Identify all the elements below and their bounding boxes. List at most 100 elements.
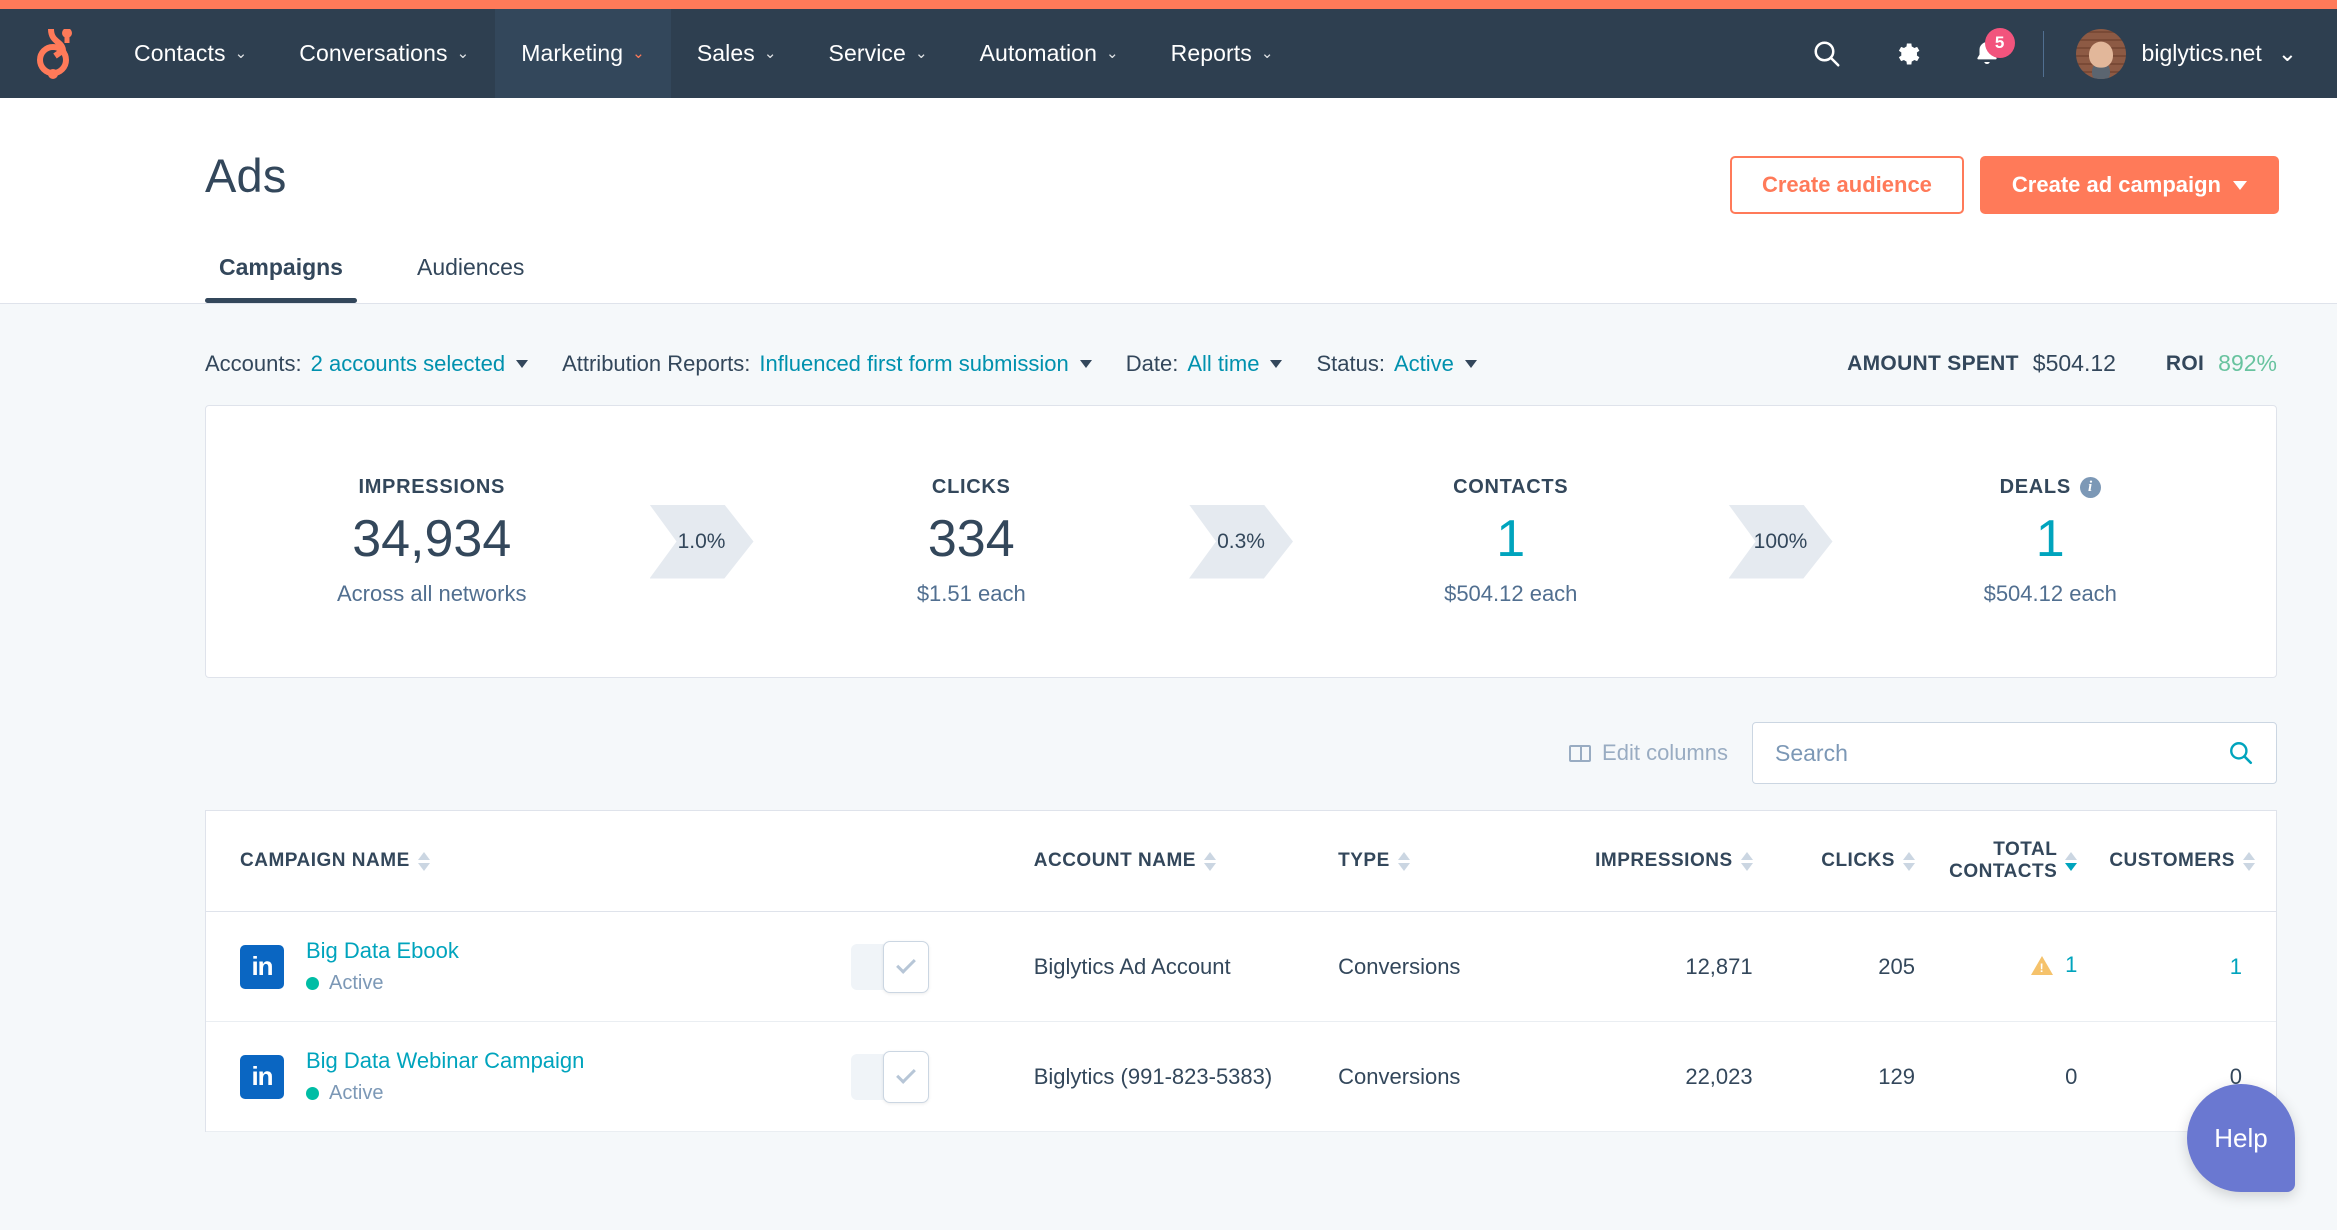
customers-link[interactable]: 1: [2230, 954, 2242, 979]
campaign-toggle[interactable]: [851, 944, 929, 990]
table-toolbar: Edit columns: [0, 678, 2337, 810]
account-name: biglytics.net: [2142, 40, 2262, 67]
linkedin-icon: in: [240, 945, 284, 989]
nav-item-reports[interactable]: Reports ⌄: [1145, 9, 1300, 98]
warning-icon: [2031, 956, 2053, 975]
filter-status-value[interactable]: Active: [1394, 351, 1454, 377]
filter-date[interactable]: Date: All time: [1126, 351, 1283, 377]
chevron-down-icon: ⌄: [1106, 46, 1119, 61]
nav-label-reports: Reports: [1171, 40, 1252, 67]
funnel-label-deals-text: DEALS: [2000, 476, 2071, 499]
funnel-label-contacts: CONTACTS: [1453, 476, 1568, 499]
page-actions: Create audience Create ad campaign: [1730, 150, 2279, 214]
nav-label-sales: Sales: [697, 40, 755, 67]
sort-icon[interactable]: [2243, 852, 2255, 871]
chevron-down-icon: ⌄: [632, 46, 645, 61]
chevron-down-icon: ⌄: [457, 46, 470, 61]
nav-item-sales[interactable]: Sales ⌄: [671, 9, 803, 98]
column-header-customers[interactable]: CUSTOMERS: [2093, 811, 2276, 912]
cell-total-contacts: 1: [1931, 912, 2093, 1022]
tab-audiences[interactable]: Audiences: [403, 254, 538, 303]
table-row[interactable]: in Big Data Webinar Campaign Active: [206, 1022, 2276, 1132]
create-audience-button[interactable]: Create audience: [1730, 156, 1964, 214]
column-header-campaign-name[interactable]: CAMPAIGN NAME: [206, 811, 835, 912]
tab-campaigns[interactable]: Campaigns: [205, 254, 357, 303]
nav-label-marketing: Marketing: [521, 40, 623, 67]
help-button[interactable]: Help: [2187, 1084, 2295, 1192]
column-header-account-name[interactable]: ACCOUNT NAME: [1018, 811, 1322, 912]
table-row[interactable]: in Big Data Ebook Active: [206, 912, 2276, 1022]
search-box[interactable]: [1752, 722, 2277, 784]
nav-item-service[interactable]: Service ⌄: [803, 9, 954, 98]
roi-label: ROI: [2166, 352, 2204, 376]
filter-accounts[interactable]: Accounts: 2 accounts selected: [205, 351, 528, 377]
create-ad-campaign-button[interactable]: Create ad campaign: [1980, 156, 2279, 214]
sort-icon[interactable]: [1741, 852, 1753, 871]
create-audience-label: Create audience: [1762, 172, 1932, 198]
check-icon: [896, 1064, 916, 1084]
sort-icon[interactable]: [1398, 852, 1410, 871]
sort-icon[interactable]: [418, 852, 430, 871]
column-header-clicks[interactable]: CLICKS: [1769, 811, 1931, 912]
notification-badge: 5: [1985, 28, 2015, 58]
page-tabs: Campaigns Audiences: [0, 214, 2337, 303]
column-label-type: TYPE: [1338, 850, 1390, 872]
edit-columns-button[interactable]: Edit columns: [1569, 740, 1728, 766]
filter-date-value[interactable]: All time: [1187, 351, 1259, 377]
nav-item-automation[interactable]: Automation ⌄: [954, 9, 1145, 98]
total-contacts-link[interactable]: 1: [2065, 952, 2077, 978]
page-header: Ads Create audience Create ad campaign C…: [0, 98, 2337, 304]
nav-left-group: Contacts ⌄ Conversations ⌄ Marketing ⌄ S…: [0, 9, 1300, 98]
nav-item-marketing[interactable]: Marketing ⌄: [495, 9, 671, 98]
campaign-name-link[interactable]: Big Data Ebook: [306, 938, 459, 964]
sort-icon-active[interactable]: [2065, 852, 2077, 871]
filter-status[interactable]: Status: Active: [1316, 351, 1476, 377]
cell-type: Conversions: [1322, 912, 1545, 1022]
nav-right-group: 5 biglytics.net ⌄: [1803, 9, 2337, 98]
hubspot-logo[interactable]: [0, 9, 108, 98]
funnel-step-clicks: CLICKS 334 $1.51 each: [746, 476, 1198, 607]
page-title: Ads: [205, 150, 287, 202]
settings-button[interactable]: [1883, 30, 1931, 78]
filter-attribution-value[interactable]: Influenced first form submission: [759, 351, 1068, 377]
column-header-impressions[interactable]: IMPRESSIONS: [1545, 811, 1768, 912]
funnel-value-contacts: 1: [1285, 513, 1737, 565]
search-input[interactable]: [1775, 740, 2228, 767]
status-dot-icon: [306, 977, 319, 990]
funnel-label-impressions: IMPRESSIONS: [358, 476, 505, 499]
tab-campaigns-label: Campaigns: [219, 254, 343, 280]
filter-accounts-value[interactable]: 2 accounts selected: [311, 351, 505, 377]
chevron-down-icon: ⌄: [2278, 40, 2297, 67]
nav-item-conversations[interactable]: Conversations ⌄: [273, 9, 495, 98]
notifications-button[interactable]: 5: [1963, 30, 2011, 78]
column-header-total-contacts[interactable]: TOTAL CONTACTS: [1931, 811, 2093, 912]
column-label-customers: CUSTOMERS: [2109, 850, 2235, 872]
cell-impressions: 12,871: [1545, 912, 1768, 1022]
campaign-toggle[interactable]: [851, 1054, 929, 1100]
info-icon[interactable]: i: [2080, 477, 2101, 498]
column-label-account-name: ACCOUNT NAME: [1034, 850, 1196, 872]
account-menu[interactable]: biglytics.net ⌄: [2076, 29, 2297, 79]
search-icon[interactable]: [2228, 740, 2254, 766]
summary-stats: AMOUNT SPENT $504.12 ROI 892%: [1847, 350, 2277, 377]
sort-icon[interactable]: [1204, 852, 1216, 871]
cell-toggle: [835, 912, 1018, 1022]
nav-item-contacts[interactable]: Contacts ⌄: [108, 9, 273, 98]
funnel-rate-impressions-to-clicks: 1.0%: [650, 505, 754, 579]
sprocket-icon: [31, 29, 77, 79]
column-label-clicks: CLICKS: [1821, 850, 1895, 872]
cell-type: Conversions: [1322, 1022, 1545, 1132]
caret-down-icon: [2233, 181, 2247, 190]
column-header-type[interactable]: TYPE: [1322, 811, 1545, 912]
sort-icon[interactable]: [1903, 852, 1915, 871]
filter-attribution-label: Attribution Reports:: [562, 351, 750, 377]
filter-attribution-reports[interactable]: Attribution Reports: Influenced first fo…: [562, 351, 1092, 377]
campaign-name-link[interactable]: Big Data Webinar Campaign: [306, 1048, 584, 1074]
chevron-down-icon: [516, 360, 528, 368]
search-button[interactable]: [1803, 30, 1851, 78]
edit-columns-label: Edit columns: [1602, 740, 1728, 766]
column-label-campaign-name: CAMPAIGN NAME: [240, 850, 410, 872]
chevron-down-icon: [1270, 360, 1282, 368]
check-icon: [896, 954, 916, 974]
campaigns-table-card: CAMPAIGN NAME ACCOUNT NAME TYPE: [205, 810, 2277, 1132]
